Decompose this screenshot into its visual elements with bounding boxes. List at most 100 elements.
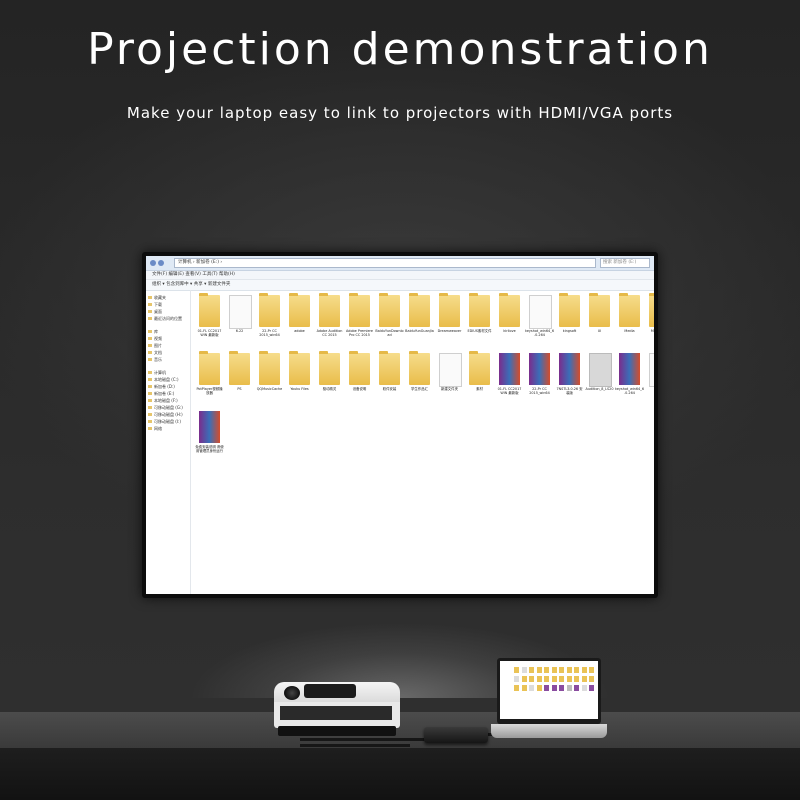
file-item: Youku Files	[285, 351, 314, 405]
vga-cable	[300, 744, 410, 747]
file-item-label: Audition_8_LS20	[585, 387, 614, 391]
sidebar-item: 本地磁盘 (F:)	[146, 397, 190, 404]
file-item-label: keyshot_win64_6.0.264	[525, 329, 554, 337]
file-item: keyshot_win64_6.0.264	[615, 353, 644, 405]
rar-icon	[529, 353, 550, 385]
mini-rar-icon	[551, 685, 557, 691]
file-item: 新建文件夹	[435, 353, 464, 405]
file-item: 驱动精灵	[315, 351, 344, 405]
mini-folder-icon	[589, 676, 594, 682]
file-item: Adobe Audition CC 2015	[315, 293, 344, 347]
file-item: BaiduYunDownload	[375, 293, 404, 347]
mini-rar-icon	[544, 685, 549, 691]
rar-icon	[499, 353, 520, 385]
adobe-icon	[589, 353, 612, 387]
file-item: kingsoft	[555, 293, 584, 347]
rar-icon	[199, 411, 220, 443]
folder-icon	[379, 351, 400, 385]
forward-icon	[158, 260, 164, 266]
projector-control-panel	[304, 684, 356, 698]
file-item: BaiduYunGuanJia	[405, 293, 434, 347]
mini-folder-icon	[559, 667, 564, 673]
laptop-base	[491, 724, 607, 738]
file-item-label: 软件安装	[382, 387, 397, 391]
folder-icon	[649, 293, 654, 327]
folder-icon	[439, 293, 460, 327]
sidebar-item: 视频	[146, 335, 190, 342]
file-item-label: BaiduYunDownload	[375, 329, 404, 337]
mini-doc-icon	[521, 667, 527, 673]
mini-folder-icon	[581, 676, 587, 682]
doc-icon	[229, 295, 252, 329]
file-item-label: keyshot_win64_6.0.264	[615, 387, 644, 395]
sidebar-item: 可移动磁盘 (G:)	[146, 404, 190, 411]
folder-icon	[409, 293, 430, 327]
file-item-label: kirilove	[503, 329, 516, 333]
file-item-label: 免费安装说明 请使用管理员身份运行	[195, 445, 224, 453]
folder-icon	[559, 293, 580, 327]
file-item: 资料	[645, 353, 654, 405]
mini-folder-icon	[544, 676, 549, 682]
file-item-label: BaiduYunGuanJia	[405, 329, 434, 333]
file-item-label: 资料	[645, 387, 654, 391]
file-item-label: 新建文件夹	[441, 387, 458, 391]
sidebar-item: 图片	[146, 342, 190, 349]
folder-icon	[379, 293, 400, 327]
mini-rar-icon	[589, 685, 594, 691]
file-item: 01-FL CC2017 WIN 最新版	[195, 293, 224, 347]
sidebar-item: 文档	[146, 349, 190, 356]
laptop-display	[500, 661, 598, 719]
folder-icon	[349, 351, 370, 385]
sidebar-item: 本地磁盘 (C:)	[146, 376, 190, 383]
file-item: PS	[225, 351, 254, 405]
mini-folder-icon	[551, 667, 557, 673]
file-item-label: Youku Files	[290, 387, 309, 391]
rar-icon	[559, 353, 580, 385]
file-item-label: adobe	[294, 329, 305, 333]
explorer-menubar: 文件(F) 编辑(E) 查看(V) 工具(T) 帮助(H)	[146, 271, 654, 280]
file-item-label: 7NSTL3.0.26 安装版	[556, 387, 583, 395]
projector-base	[278, 726, 396, 736]
explorer-titlebar: 计算机 › 新加卷 (E:) › 搜索 新加卷 (E:)	[146, 256, 654, 271]
table-edge	[0, 748, 800, 800]
sidebar-item: 库	[146, 328, 190, 335]
folder-icon	[199, 293, 220, 327]
sidebar-item: 音乐	[146, 356, 190, 363]
file-item: 素材	[465, 351, 494, 405]
usb-c-adapter-hub	[424, 727, 488, 743]
folder-icon	[619, 293, 640, 327]
projection-screen: 计算机 › 新加卷 (E:) › 搜索 新加卷 (E:) 文件(F) 编辑(E)…	[142, 252, 658, 598]
mini-folder-icon	[514, 667, 519, 673]
explorer-body: 收藏夹 下载 桌面 最近访问的位置库视频 图片 文档 音乐 计算机 本地磁盘 (C:) 新加卷 (…	[146, 290, 654, 594]
explorer-file-grid: 01-FL CC2017 WIN 最新版 6.22 22-Pr CC 2015_wi…	[191, 290, 654, 594]
explorer-nav-buttons	[146, 260, 170, 266]
mini-folder-icon	[521, 676, 527, 682]
projector-lens	[284, 686, 300, 700]
file-item-label: Adobe Premiere Pro CC 2015	[346, 329, 373, 337]
sidebar-item: 最近访问的位置	[146, 315, 190, 322]
file-item-label: 01-FL CC2017 WIN 最新版	[197, 329, 222, 337]
file-item-label: 6.22	[235, 329, 244, 333]
folder-icon	[409, 351, 430, 385]
sidebar-item: 桌面	[146, 308, 190, 315]
file-item: keyshot_win64_6.0.264	[525, 295, 554, 347]
file-item: Media	[615, 293, 644, 347]
doc-icon	[439, 353, 462, 387]
mini-adobe-icon	[566, 685, 572, 691]
file-item: Adobe Premiere Pro CC 2015	[345, 293, 374, 347]
mini-folder-icon	[566, 667, 572, 673]
mini-folder-icon	[544, 667, 549, 673]
folder-icon	[469, 293, 490, 327]
file-item: Audition_8_LS20	[585, 353, 614, 405]
sidebar-item: 新加卷 (D:)	[146, 383, 190, 390]
sidebar-item: 收藏夹	[146, 294, 190, 301]
folder-icon	[289, 293, 310, 327]
file-item: 22-Pr CC 2015_win64	[255, 293, 284, 347]
mini-folder-icon	[589, 667, 594, 673]
explorer-address-bar: 计算机 › 新加卷 (E:) ›	[174, 258, 596, 268]
file-item-label: UI	[597, 329, 602, 333]
file-item-label: MyDrivers	[650, 329, 654, 333]
file-item: 学生作品汇	[405, 351, 434, 405]
file-item: 设备说明	[345, 351, 374, 405]
file-item-label: Media	[624, 329, 635, 333]
